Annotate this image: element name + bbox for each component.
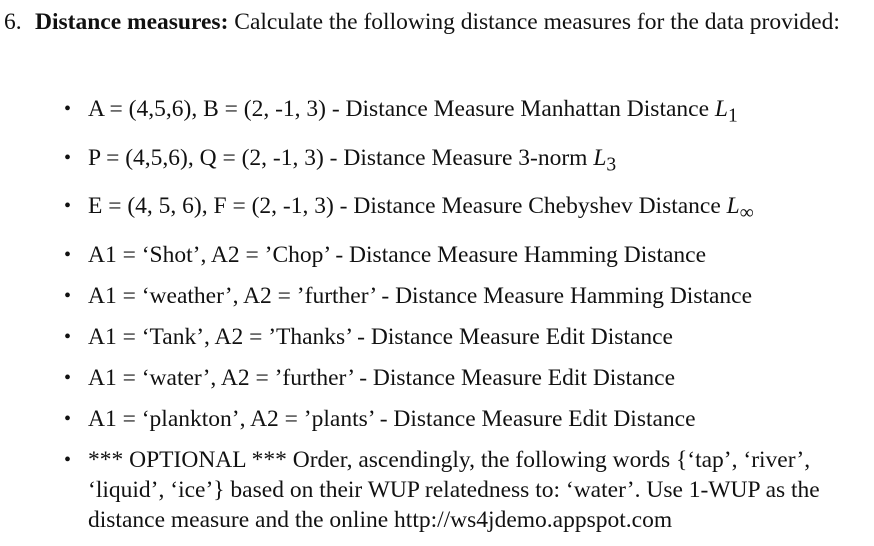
math-symbol: L — [593, 144, 607, 171]
item-text: *** OPTIONAL *** Order, ascendingly, the… — [88, 447, 820, 534]
list-item: • A1 = ‘water’, A2 = ’further’ - Distanc… — [0, 363, 858, 393]
item-text: A1 = ‘Tank’, A2 = ’Thanks’ - Distance Me… — [88, 324, 673, 351]
list-item: • P = (4,5,6), Q = (2, -1, 3) - Distance… — [0, 143, 858, 181]
bullet-icon: • — [64, 146, 72, 169]
question-title: Distance measures: — [35, 9, 229, 35]
item-text: A = (4,5,6), B = (2, -1, 3) - Distance M… — [88, 96, 715, 122]
bullet-icon: • — [64, 244, 72, 267]
math-subscript: 3 — [606, 154, 617, 176]
list-item: • E = (4, 5, 6), F = (2, -1, 3) - Distan… — [0, 191, 858, 229]
list-item: • A1 = ‘weather’, A2 = ’further’ - Dista… — [0, 281, 858, 311]
bullet-icon: • — [64, 449, 72, 472]
list-item: • A1 = ‘Tank’, A2 = ’Thanks’ - Distance … — [0, 322, 858, 352]
bullet-icon: • — [64, 195, 72, 218]
math-symbol: L — [726, 193, 740, 220]
list-item: • A1 = ‘Shot’, A2 = ’Chop’ - Distance Me… — [0, 240, 858, 270]
question-intro: Calculate the following distance measure… — [228, 9, 840, 35]
bullet-icon: • — [64, 326, 72, 349]
question-header: 6. Distance measures: Calculate the foll… — [0, 6, 860, 38]
question-number: 6. — [4, 9, 22, 35]
bullet-icon: • — [64, 285, 72, 308]
question-prompt: Distance measures: Calculate the followi… — [35, 6, 845, 38]
item-text: A1 = ‘weather’, A2 = ’further’ - Distanc… — [88, 283, 753, 310]
bullet-icon: • — [64, 408, 72, 431]
bullet-icon: • — [64, 367, 72, 390]
item-text: E = (4, 5, 6), F = (2, -1, 3) - Distance… — [88, 193, 727, 220]
list-item: • A = (4,5,6), B = (2, -1, 3) - Distance… — [0, 94, 858, 132]
item-text: P = (4,5,6), Q = (2, -1, 3) - Distance M… — [88, 144, 594, 171]
list-item-optional: • *** OPTIONAL *** Order, ascendingly, t… — [0, 445, 858, 535]
bullet-icon: • — [64, 98, 72, 120]
distance-measure-list: • A = (4,5,6), B = (2, -1, 3) - Distance… — [0, 94, 858, 546]
item-text: A1 = ‘water’, A2 = ’further’ - Distance … — [88, 365, 676, 392]
item-text: A1 = ‘plankton’, A2 = ’plants’ - Distanc… — [88, 406, 696, 433]
math-subscript: 1 — [727, 105, 738, 127]
list-item: • A1 = ‘plankton’, A2 = ’plants’ - Dista… — [0, 404, 858, 434]
math-subscript: ∞ — [739, 203, 754, 225]
math-symbol: L — [714, 96, 728, 122]
item-text: A1 = ‘Shot’, A2 = ’Chop’ - Distance Meas… — [88, 242, 707, 269]
